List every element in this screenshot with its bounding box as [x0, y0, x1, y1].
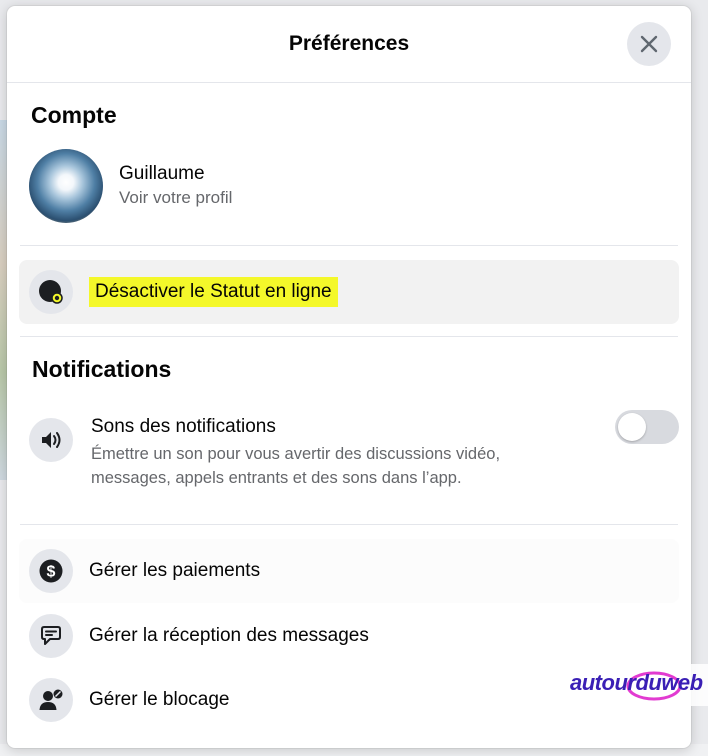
preferences-dialog: Préférences Compte Guillaume Voir votre … — [7, 6, 691, 748]
profile-text: Guillaume Voir votre profil — [119, 162, 232, 210]
toggle-knob — [618, 413, 646, 441]
active-status-icon-circle — [29, 270, 73, 314]
notification-sounds-toggle[interactable] — [615, 410, 679, 444]
message-settings-icon — [41, 626, 61, 645]
active-status-toggle-row[interactable]: Désactiver le Statut en ligne — [19, 260, 679, 324]
notification-sounds-setting: Sons des notifications Émettre un son po… — [29, 406, 679, 496]
dollar-icon-circle: $ — [29, 549, 73, 593]
active-status-label: Désactiver le Statut en ligne — [89, 277, 338, 307]
svg-text:$: $ — [47, 564, 56, 581]
active-status-icon — [39, 280, 63, 304]
dialog-title: Préférences — [288, 32, 410, 55]
account-section-title: Compte — [31, 102, 117, 128]
close-button[interactable] — [627, 22, 671, 66]
watermark-logo: autourduweb — [562, 664, 708, 706]
manage-messages-label: Gérer la réception des messages — [89, 625, 369, 646]
notifications-section-title: Notifications — [32, 356, 172, 382]
manage-payments-row[interactable]: $ Gérer les paiements — [19, 539, 679, 603]
manage-payments-label: Gérer les paiements — [89, 560, 261, 581]
divider — [20, 245, 678, 246]
divider — [20, 524, 678, 525]
user-name: Guillaume — [119, 163, 205, 184]
avatar — [29, 149, 103, 223]
profile-link-label: Voir votre profil — [119, 188, 233, 207]
notification-sounds-title: Sons des notifications — [91, 416, 276, 437]
divider — [20, 336, 678, 337]
dialog-header: Préférences — [7, 6, 691, 83]
watermark-text: autourduweb — [570, 670, 703, 695]
manage-messages-row[interactable]: Gérer la réception des messages — [19, 604, 679, 668]
speaker-icon — [42, 432, 61, 448]
block-user-icon — [39, 689, 63, 710]
block-user-icon-circle — [29, 678, 73, 722]
manage-blocking-label: Gérer le blocage — [89, 689, 230, 710]
dollar-icon: $ — [39, 559, 63, 583]
message-settings-icon-circle — [29, 614, 73, 658]
close-icon — [640, 35, 658, 53]
speaker-icon-circle — [29, 418, 73, 462]
profile-link[interactable]: Guillaume Voir votre profil — [29, 146, 669, 226]
notification-sounds-description: Émettre un son pour vous avertir des dis… — [91, 445, 501, 487]
